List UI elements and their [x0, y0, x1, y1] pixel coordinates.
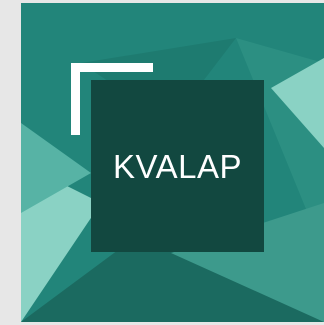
app-logo-tile[interactable]: KVALAP — [21, 3, 324, 322]
app-tile-frame: KVALAP — [0, 0, 324, 325]
logo-text: KVALAP — [113, 147, 242, 185]
logo-box: KVALAP — [91, 80, 264, 252]
